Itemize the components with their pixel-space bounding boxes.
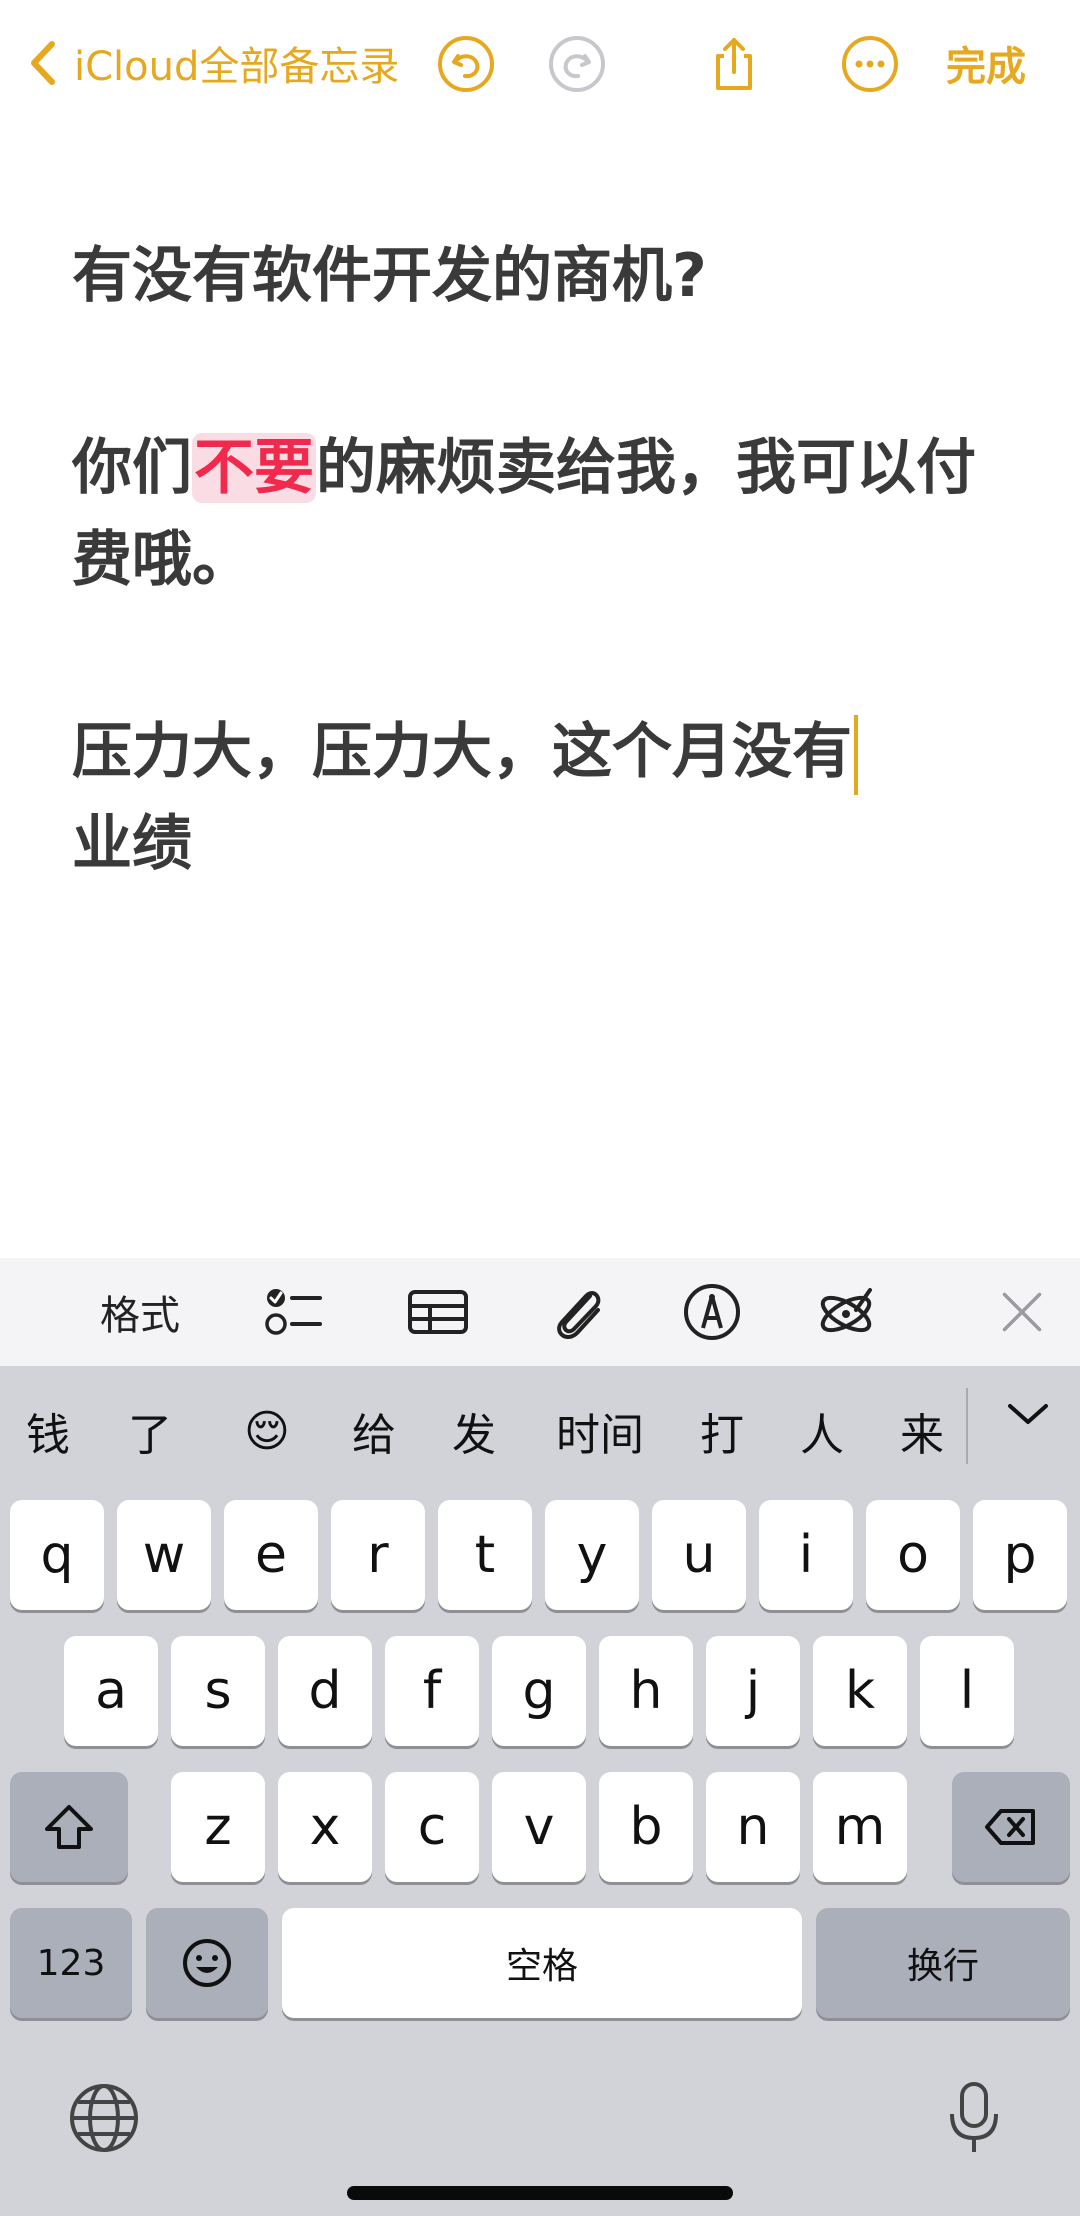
return-key[interactable]: 换行 <box>816 1908 1070 2018</box>
delete-key[interactable] <box>952 1772 1070 1882</box>
key-m[interactable]: m <box>813 1772 907 1882</box>
redo-icon[interactable] <box>547 34 607 94</box>
done-button[interactable]: 完成 <box>946 36 1026 90</box>
shift-icon <box>45 1805 93 1849</box>
candidate-item[interactable]: 发 <box>452 1396 496 1466</box>
home-indicator[interactable] <box>347 2186 733 2200</box>
candidate-item[interactable]: 打 <box>700 1396 744 1466</box>
back-label: iCloud全部备忘录 <box>74 44 400 90</box>
para1-pre: 你们 <box>72 433 192 503</box>
key-q[interactable]: q <box>10 1500 104 1610</box>
key-y[interactable]: y <box>545 1500 639 1610</box>
candidate-divider <box>966 1388 968 1464</box>
key-a[interactable]: a <box>64 1636 158 1746</box>
close-icon[interactable] <box>994 1258 1050 1366</box>
key-l[interactable]: l <box>920 1636 1014 1746</box>
key-s[interactable]: s <box>171 1636 265 1746</box>
key-e[interactable]: e <box>224 1500 318 1610</box>
undo-icon[interactable] <box>436 34 496 94</box>
key-c[interactable]: c <box>385 1772 479 1882</box>
table-icon[interactable] <box>406 1258 470 1366</box>
navigation-bar: iCloud全部备忘录 完成 <box>0 0 1080 130</box>
candidate-bar: 钱 了 😌 给 发 时间 打 人 来 <box>0 1366 1080 1496</box>
key-i[interactable]: i <box>759 1500 853 1610</box>
key-n[interactable]: n <box>706 1772 800 1882</box>
markup-icon[interactable] <box>680 1258 744 1366</box>
chevron-left-icon <box>31 41 55 85</box>
key-b[interactable]: b <box>599 1772 693 1882</box>
candidate-item[interactable]: 给 <box>352 1396 396 1466</box>
key-z[interactable]: z <box>171 1772 265 1882</box>
ai-writing-icon[interactable] <box>816 1258 880 1366</box>
candidate-item[interactable]: 人 <box>800 1396 844 1466</box>
emoji-key[interactable] <box>146 1908 268 2018</box>
key-o[interactable]: o <box>866 1500 960 1610</box>
key-p[interactable]: p <box>973 1500 1067 1610</box>
more-icon[interactable] <box>840 34 900 94</box>
key-r[interactable]: r <box>331 1500 425 1610</box>
key-g[interactable]: g <box>492 1636 586 1746</box>
para2-line2: 业绩 <box>72 809 192 879</box>
note-content[interactable]: 有没有软件开发的商机? 你们不要的麻烦卖给我，我可以付费哦。 压力大，压力大，这… <box>72 230 1012 890</box>
note-title[interactable]: 有没有软件开发的商机? <box>72 230 1012 322</box>
note-paragraph[interactable]: 压力大，压力大，这个月没有 业绩 <box>72 706 1012 890</box>
highlighted-text: 不要 <box>192 433 316 503</box>
candidate-item[interactable]: 钱 <box>26 1396 70 1466</box>
key-x[interactable]: x <box>278 1772 372 1882</box>
candidate-item[interactable]: 时间 <box>556 1396 644 1466</box>
key-u[interactable]: u <box>652 1500 746 1610</box>
chevron-down-icon[interactable] <box>1000 1386 1056 1442</box>
key-t[interactable]: t <box>438 1500 532 1610</box>
key-d[interactable]: d <box>278 1636 372 1746</box>
backspace-icon <box>985 1809 1035 1845</box>
share-icon[interactable] <box>704 34 764 94</box>
key-h[interactable]: h <box>599 1636 693 1746</box>
key-v[interactable]: v <box>492 1772 586 1882</box>
key-f[interactable]: f <box>385 1636 479 1746</box>
shift-key[interactable] <box>10 1772 128 1882</box>
keyboard: 钱 了 😌 给 发 时间 打 人 来 q w e r t y u i o p a… <box>0 1366 1080 2216</box>
microphone-icon[interactable] <box>934 2078 1014 2158</box>
numbers-key[interactable]: 123 <box>10 1908 132 2018</box>
para2-line1: 压力大，压力大，这个月没有 <box>72 717 852 787</box>
key-k[interactable]: k <box>813 1636 907 1746</box>
key-w[interactable]: w <box>117 1500 211 1610</box>
space-key[interactable]: 空格 <box>282 1908 802 2018</box>
checklist-icon[interactable] <box>262 1258 326 1366</box>
paperclip-icon[interactable] <box>546 1258 610 1366</box>
format-toolbar: 格式 <box>0 1258 1080 1366</box>
note-paragraph[interactable]: 你们不要的麻烦卖给我，我可以付费哦。 <box>72 422 1012 606</box>
format-button[interactable]: 格式 <box>100 1258 180 1366</box>
candidate-item[interactable]: 了 <box>128 1396 172 1466</box>
emoji-icon <box>183 1939 231 1987</box>
candidate-item[interactable]: 😌 <box>244 1396 290 1466</box>
key-j[interactable]: j <box>706 1636 800 1746</box>
text-cursor <box>854 715 858 796</box>
globe-icon[interactable] <box>64 2078 144 2158</box>
candidate-item[interactable]: 来 <box>900 1396 944 1466</box>
back-button[interactable]: iCloud全部备忘录 <box>26 34 399 92</box>
